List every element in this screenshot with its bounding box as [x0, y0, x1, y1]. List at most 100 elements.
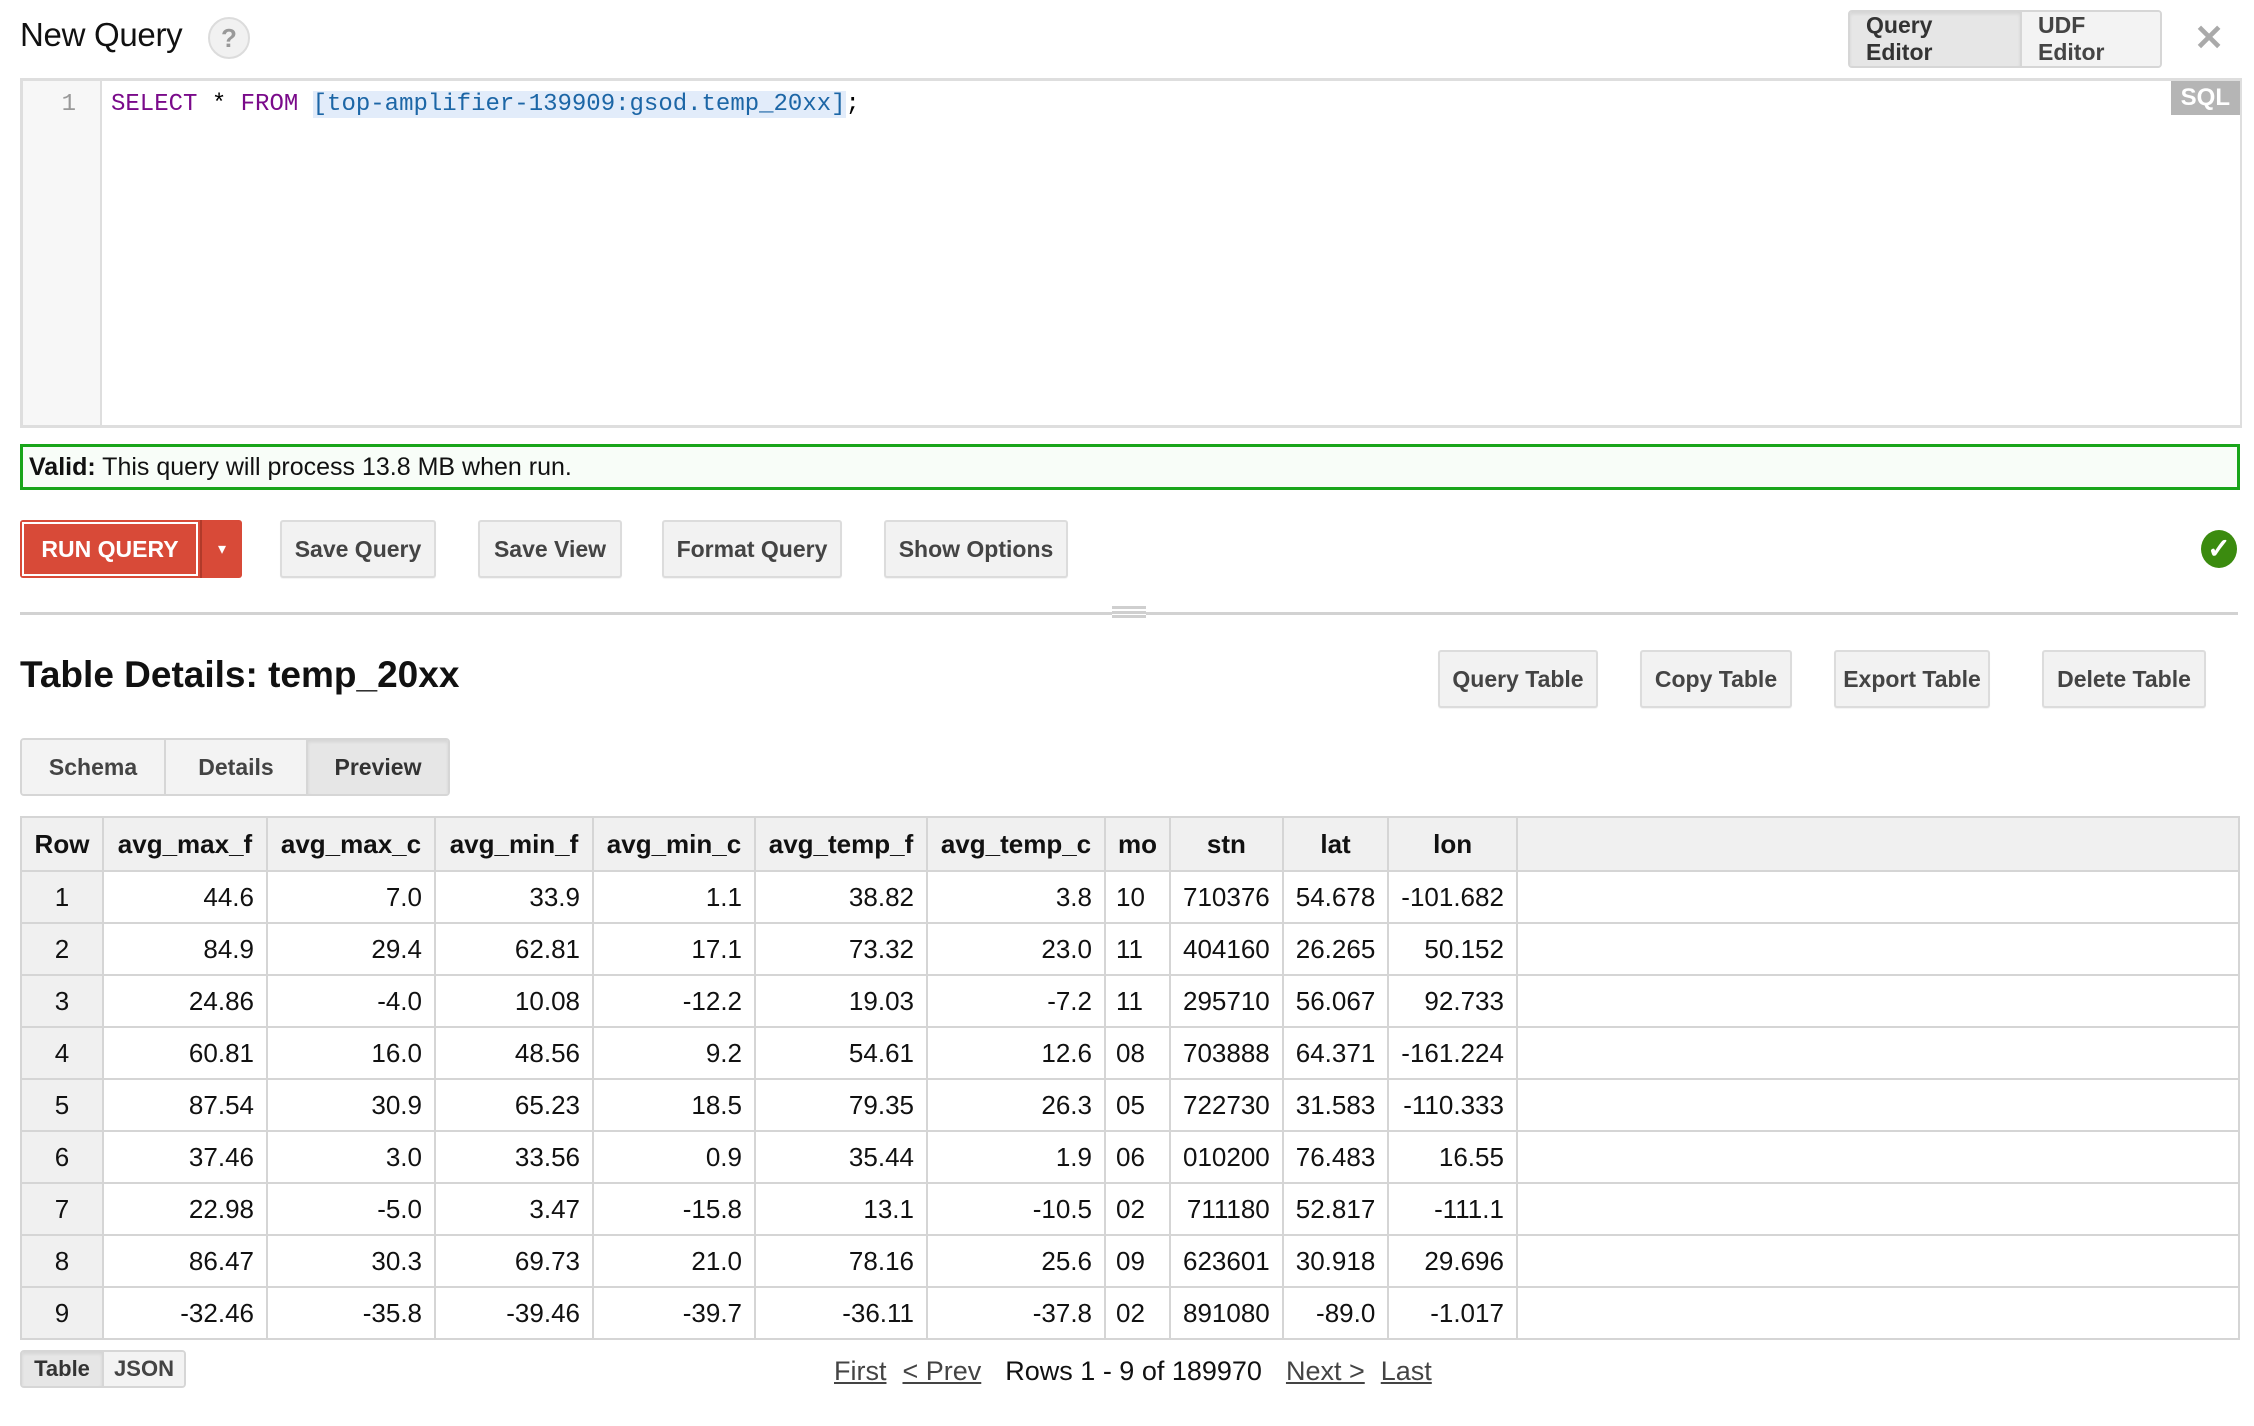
column-header-stn: stn	[1169, 816, 1284, 872]
cell-filler	[1515, 1286, 2240, 1340]
cell-row: 2	[20, 922, 104, 976]
cell-lon: 16.55	[1387, 1130, 1518, 1184]
table-row: 2 84.9 29.4 62.81 17.1 73.32 23.0 11 404160 26.26…	[20, 922, 2240, 976]
cell-avg-temp-f: 38.82	[754, 870, 928, 924]
cell-mo: 10	[1104, 870, 1171, 924]
cell-avg-temp-f: 13.1	[754, 1182, 928, 1236]
cell-filler	[1515, 1234, 2240, 1288]
query-table-button[interactable]: Query Table	[1438, 650, 1598, 708]
resize-handle[interactable]	[1112, 604, 1146, 620]
cell-lon: -161.224	[1387, 1026, 1518, 1080]
cell-row: 6	[20, 1130, 104, 1184]
cell-lat: 30.918	[1281, 1234, 1390, 1288]
cell-filler	[1515, 1026, 2240, 1080]
column-header-avg-max-f: avg_max_f	[102, 816, 268, 872]
delete-table-button[interactable]: Delete Table	[2042, 650, 2206, 708]
cell-row: 8	[20, 1234, 104, 1288]
cell-lat: 52.817	[1281, 1182, 1390, 1236]
cell-lat: -89.0	[1281, 1286, 1390, 1340]
cell-lat: 26.265	[1281, 922, 1390, 976]
tab-table-view[interactable]: Table	[22, 1352, 102, 1386]
cell-avg-min-f: 69.73	[434, 1234, 594, 1288]
cell-avg-temp-c: 26.3	[926, 1078, 1106, 1132]
prev-page-link[interactable]: < Prev	[902, 1356, 981, 1387]
validation-message: Valid: This query will process 13.8 MB w…	[20, 444, 2240, 490]
cell-mo: 08	[1104, 1026, 1171, 1080]
tab-preview[interactable]: Preview	[306, 740, 448, 794]
cell-avg-temp-f: 54.61	[754, 1026, 928, 1080]
last-page-link[interactable]: Last	[1381, 1356, 1432, 1387]
cell-avg-temp-f: 78.16	[754, 1234, 928, 1288]
keyword-select: SELECT	[111, 91, 198, 118]
format-query-button[interactable]: Format Query	[662, 520, 842, 578]
save-query-button[interactable]: Save Query	[280, 520, 436, 578]
cell-avg-max-c: -5.0	[266, 1182, 436, 1236]
line-number: 1	[61, 91, 76, 118]
table-details-tabs: Schema Details Preview	[20, 738, 450, 796]
cell-avg-min-c: 17.1	[592, 922, 756, 976]
cell-avg-max-f: 86.47	[102, 1234, 268, 1288]
tab-udf-editor[interactable]: UDF Editor	[2020, 12, 2160, 66]
cell-avg-min-f: 33.56	[434, 1130, 594, 1184]
cell-mo: 06	[1104, 1130, 1171, 1184]
cell-avg-min-c: 0.9	[592, 1130, 756, 1184]
run-query-split-button: RUN QUERY ▾	[20, 520, 242, 578]
first-page-link[interactable]: First	[834, 1356, 886, 1387]
cell-avg-min-f: 33.9	[434, 870, 594, 924]
run-query-dropdown-icon[interactable]: ▾	[200, 520, 242, 578]
preview-table: Row avg_max_f avg_max_c avg_min_f avg_mi…	[20, 816, 2240, 1340]
cell-avg-temp-c: -7.2	[926, 974, 1106, 1028]
table-details-title: Table Details: temp_20xx	[20, 654, 460, 695]
cell-avg-temp-f: 79.35	[754, 1078, 928, 1132]
show-options-button[interactable]: Show Options	[884, 520, 1068, 578]
table-row: 8 86.47 30.3 69.73 21.0 78.16 25.6 09 623601 30.9…	[20, 1234, 2240, 1288]
cell-avg-min-f: 65.23	[434, 1078, 594, 1132]
export-table-button[interactable]: Export Table	[1834, 650, 1990, 708]
tab-json-view[interactable]: JSON	[102, 1352, 184, 1386]
cell-row: 7	[20, 1182, 104, 1236]
cell-avg-temp-c: 12.6	[926, 1026, 1106, 1080]
cell-avg-max-c: 30.9	[266, 1078, 436, 1132]
cell-avg-temp-c: 3.8	[926, 870, 1106, 924]
cell-stn: 623601	[1169, 1234, 1284, 1288]
copy-table-button[interactable]: Copy Table	[1640, 650, 1792, 708]
query-code[interactable]: SELECT * FROM [top-amplifier-139909:gsod…	[111, 91, 860, 118]
close-icon[interactable]: ✕	[2194, 18, 2224, 58]
column-header-lon: lon	[1387, 816, 1518, 872]
cell-lon: -1.017	[1387, 1286, 1518, 1340]
cell-avg-temp-f: -36.11	[754, 1286, 928, 1340]
cell-avg-temp-c: 23.0	[926, 922, 1106, 976]
cell-avg-min-f: 62.81	[434, 922, 594, 976]
run-query-button[interactable]: RUN QUERY	[20, 520, 200, 578]
cell-row: 4	[20, 1026, 104, 1080]
query-editor[interactable]: 1 SELECT * FROM [top-amplifier-139909:gs…	[20, 78, 2242, 428]
cell-stn: 891080	[1169, 1286, 1284, 1340]
tab-details[interactable]: Details	[164, 740, 306, 794]
cell-lat: 76.483	[1281, 1130, 1390, 1184]
cell-avg-temp-f: 19.03	[754, 974, 928, 1028]
column-header-avg-temp-c: avg_temp_c	[926, 816, 1106, 872]
rows-info: Rows 1 - 9 of 189970	[1005, 1356, 1262, 1386]
cell-mo: 11	[1104, 922, 1171, 976]
cell-mo: 02	[1104, 1182, 1171, 1236]
cell-avg-max-c: 3.0	[266, 1130, 436, 1184]
cell-avg-min-c: -39.7	[592, 1286, 756, 1340]
cell-avg-min-c: 18.5	[592, 1078, 756, 1132]
save-view-button[interactable]: Save View	[478, 520, 622, 578]
cell-row: 1	[20, 870, 104, 924]
cell-row: 9	[20, 1286, 104, 1340]
tab-query-editor[interactable]: Query Editor	[1850, 12, 2020, 66]
tab-schema[interactable]: Schema	[22, 740, 164, 794]
column-header-filler	[1515, 816, 2240, 872]
pagination: First < Prev Rows 1 - 9 of 189970 Next >…	[834, 1356, 1432, 1387]
cell-stn: 711180	[1169, 1182, 1284, 1236]
sql-language-badge: SQL	[2170, 81, 2240, 115]
next-page-link[interactable]: Next >	[1286, 1356, 1365, 1387]
cell-avg-max-c: 7.0	[266, 870, 436, 924]
cell-avg-temp-f: 35.44	[754, 1130, 928, 1184]
cell-avg-min-c: 21.0	[592, 1234, 756, 1288]
cell-stn: 295710	[1169, 974, 1284, 1028]
help-icon[interactable]: ?	[208, 17, 250, 59]
cell-lon: 50.152	[1387, 922, 1518, 976]
cell-lon: -111.1	[1387, 1182, 1518, 1236]
